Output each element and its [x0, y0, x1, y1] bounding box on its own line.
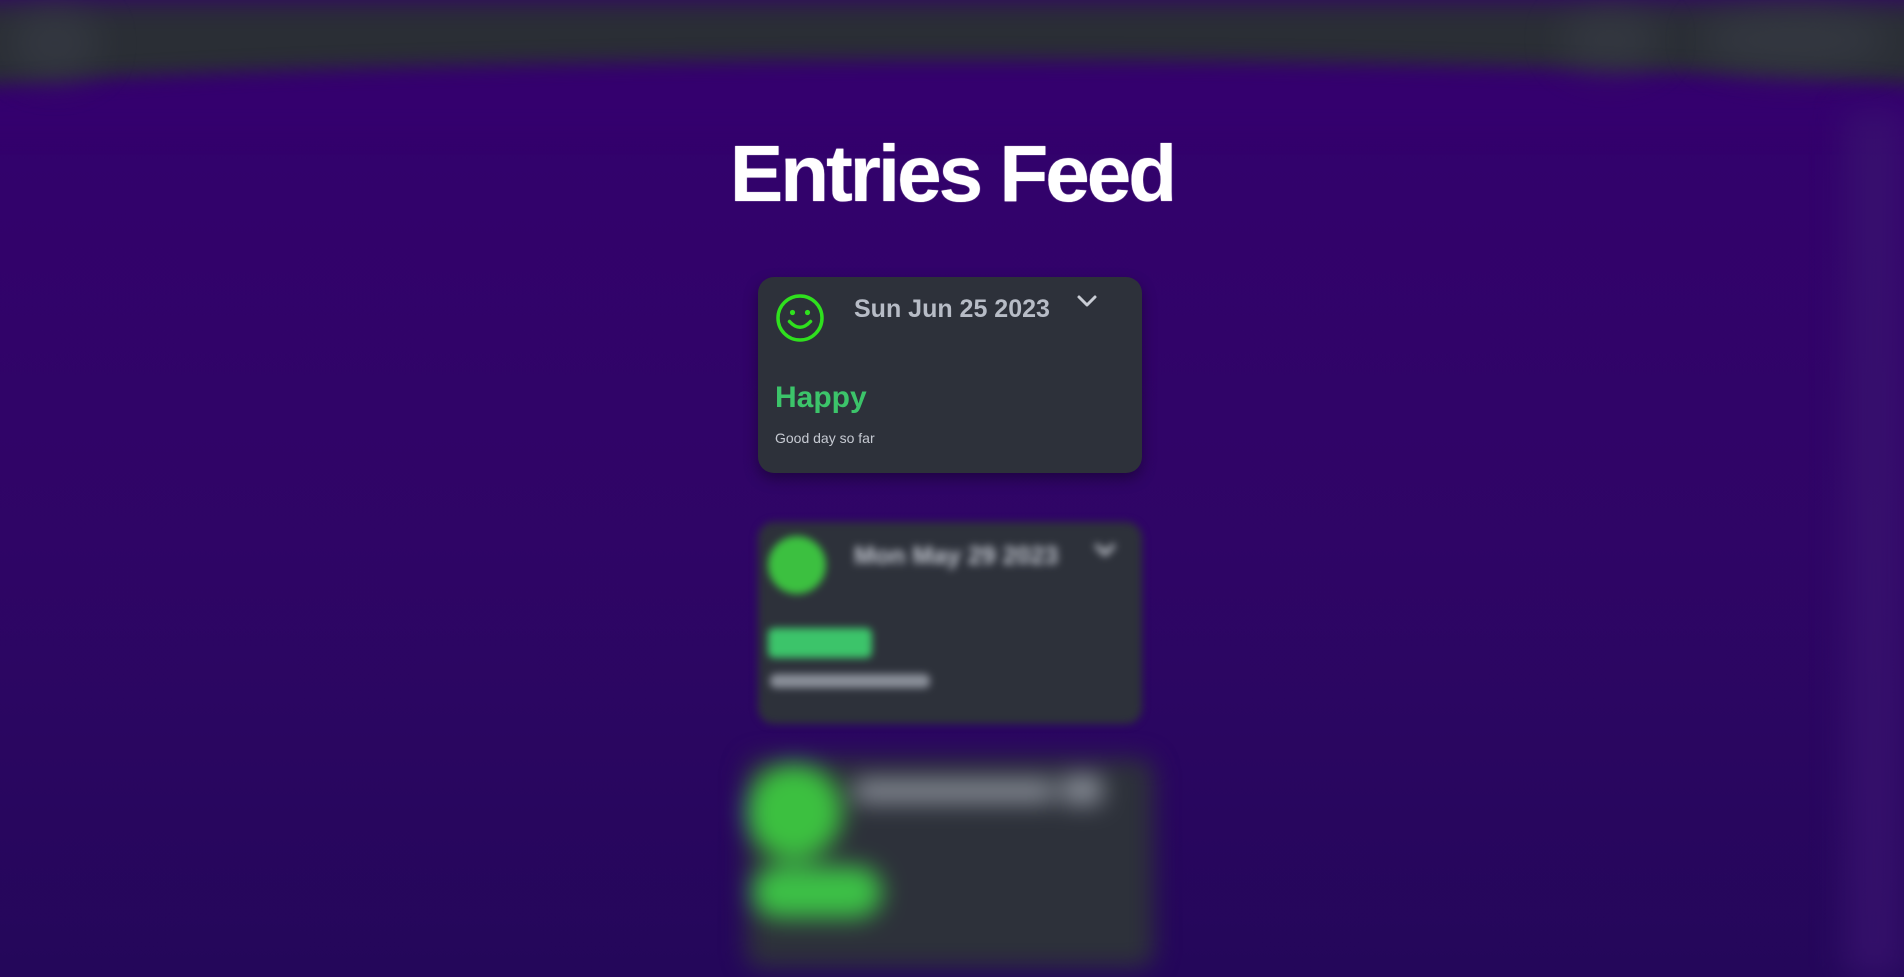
smiley-face-icon — [776, 294, 824, 342]
chevron-down-icon[interactable] — [1062, 776, 1102, 804]
entry-date: Mon May 29 2023 — [854, 542, 1059, 570]
entry-date: Sun Jun 25 2023 — [854, 295, 1050, 323]
entry-date-blurred — [854, 780, 1054, 802]
page-title: Entries Feed — [729, 129, 1177, 218]
blurred-nav-item — [1560, 10, 1660, 70]
chevron-down-icon[interactable] — [1074, 291, 1100, 313]
entry-mood-blurred — [752, 866, 882, 918]
entry-note: Good day so far — [775, 430, 875, 446]
entry-note-blurred — [770, 674, 930, 688]
chevron-down-icon[interactable] — [1092, 540, 1118, 562]
blurred-nav-item — [1700, 10, 1890, 70]
entry-card[interactable]: Mon May 29 2023 — [758, 522, 1142, 724]
smiley-face-icon — [768, 536, 826, 594]
header-wave — [0, 60, 1904, 130]
entry-card[interactable] — [746, 758, 1154, 968]
smiley-face-icon — [746, 764, 842, 860]
blurred-logo — [10, 8, 100, 78]
entry-card[interactable]: Sun Jun 25 2023 Happy Good day so far — [758, 277, 1142, 473]
right-edge-shadow — [1844, 110, 1904, 977]
entry-mood-blurred — [768, 628, 872, 658]
entry-mood: Happy — [775, 381, 867, 414]
